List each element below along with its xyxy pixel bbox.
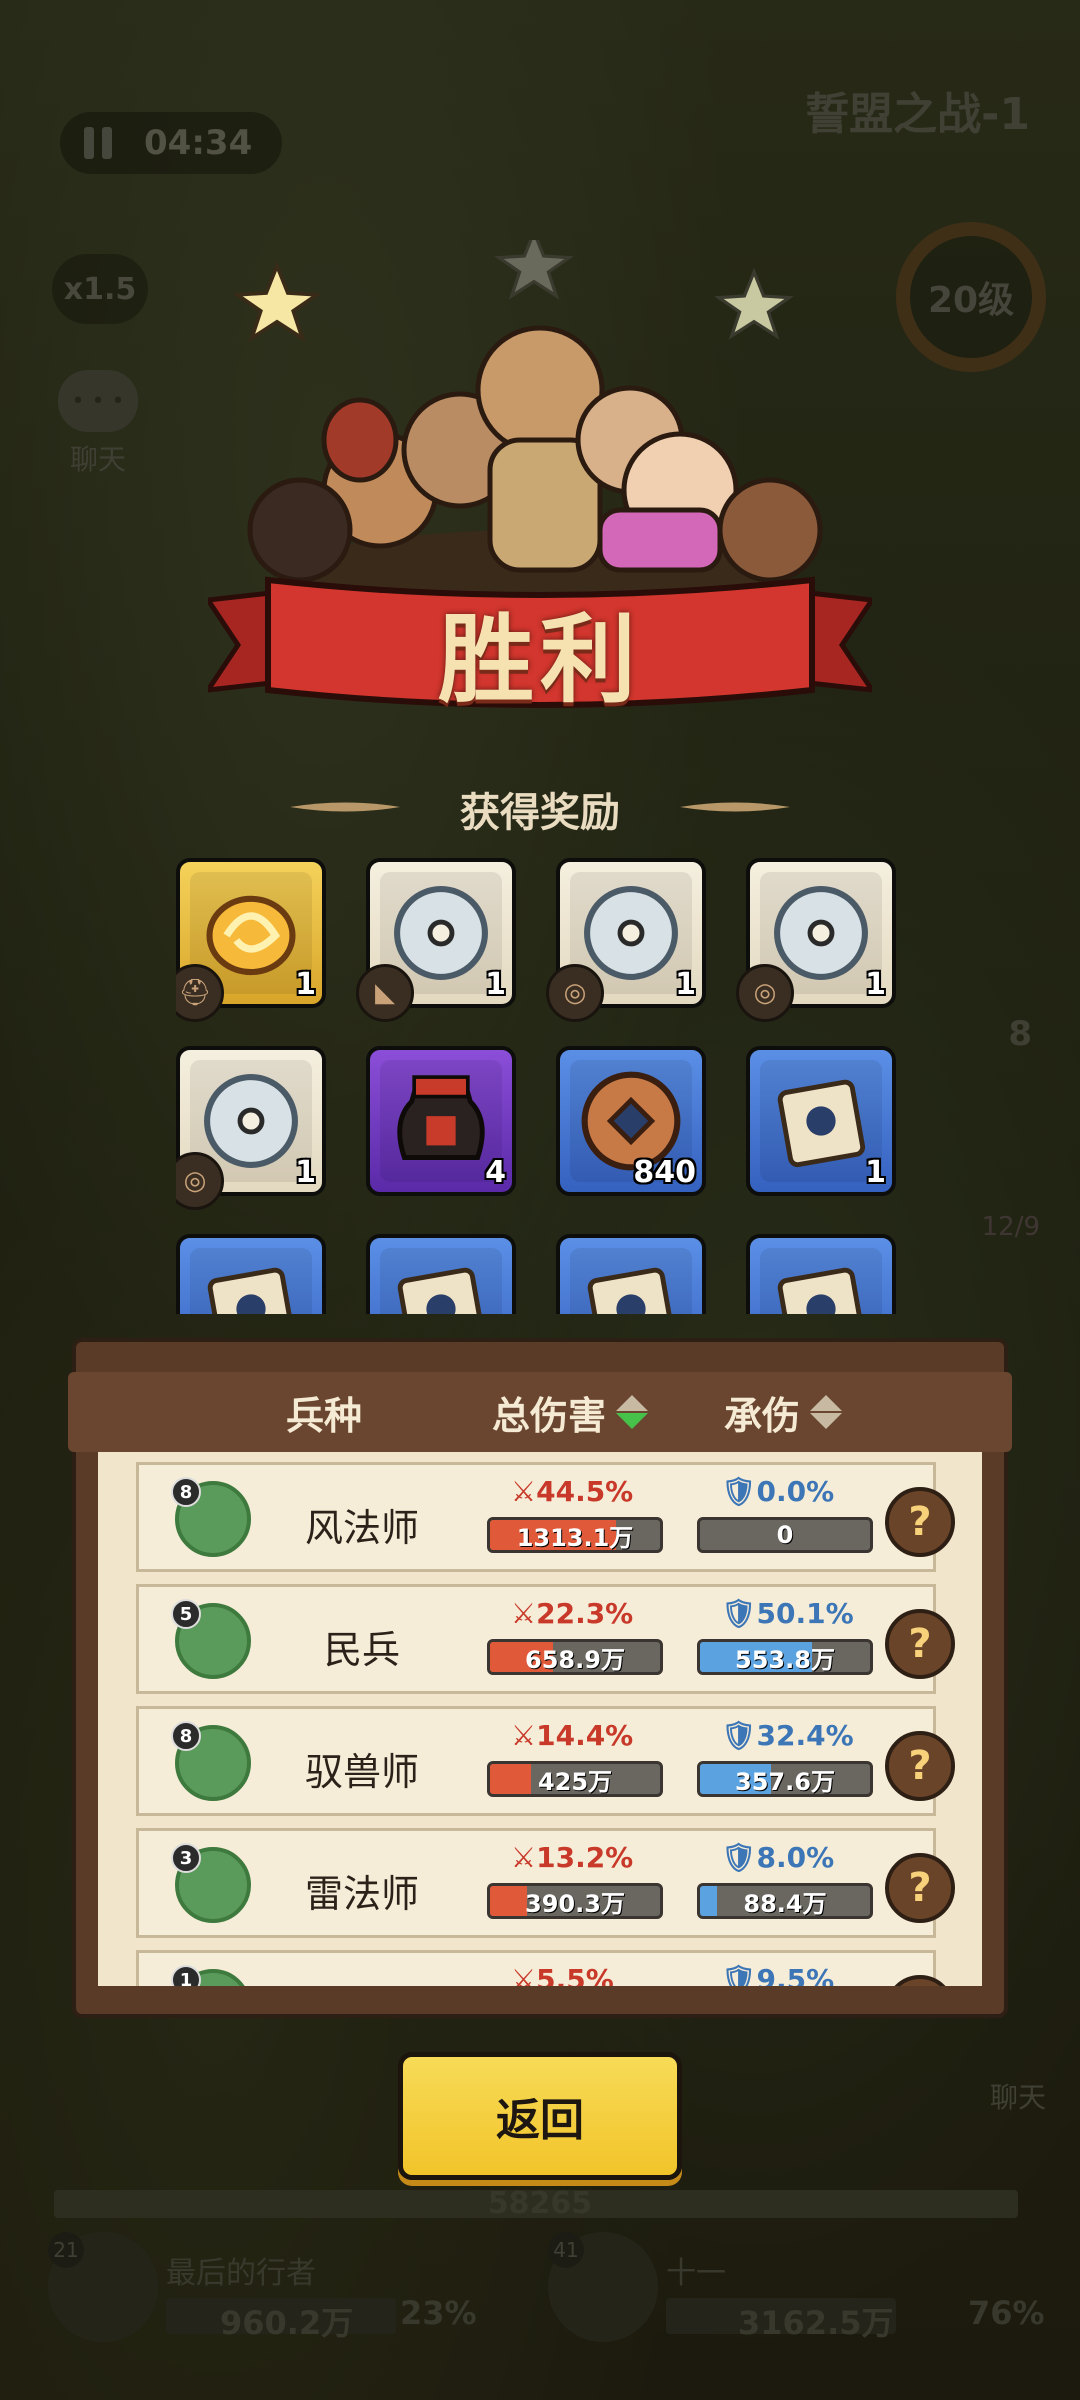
ring-tag-icon: ◎ [546,964,604,1022]
avatar: 1 [171,1965,251,1986]
column-unit: 兵种 [286,1393,363,1438]
scroll-icon [380,1248,502,1314]
reward-item[interactable]: 1 ⛑ [176,858,326,1022]
taken-pct: 🛡8.0% [721,1841,835,1874]
taken-bar: 553.8万 [697,1639,873,1675]
return-button[interactable]: 返回 [398,2052,682,2180]
unit-name: 驭兽师 [304,1750,419,1794]
reward-grid: 1 ⛑ 1 ◣ 1 ◎ 1 ◎ 1 ◎ 4 840 1 [176,858,906,1314]
scroll-icon [190,1248,312,1314]
damage-bar: 658.9万 [487,1639,663,1675]
unit-level: 5 [171,1599,201,1629]
table-row: 3 雷法师 ⚔13.2% 390.3万 🛡8.0% 88.4万 ? [136,1828,955,1938]
unit-name: 风法师 [304,1506,419,1550]
ring-tag-icon: ◎ [736,964,794,1022]
damage-pct: ⚔14.4% [511,1719,634,1752]
reward-item[interactable] [556,1234,706,1314]
unit-info-button[interactable]: ? [885,1853,955,1923]
taken-value: 0 [776,1521,794,1549]
damage-pct: ⚔13.2% [511,1841,634,1874]
unit-level: 3 [171,1843,201,1873]
scroll-icon [760,1248,882,1314]
damage-pct: ⚔22.3% [511,1597,634,1630]
unit-info-button[interactable]: ? [885,1731,955,1801]
damage-value: 658.9万 [525,1645,625,1674]
avatar: 8 [171,1477,251,1557]
reward-item[interactable] [176,1234,326,1314]
unit-name: 雷法师 [304,1872,419,1916]
reward-item[interactable]: 4 [366,1046,516,1196]
avatar: 8 [171,1721,251,1801]
taken-value: 357.6万 [735,1767,835,1796]
reward-item[interactable] [746,1234,896,1314]
reward-count: 840 [633,1155,696,1190]
reward-item[interactable]: 1 ◎ [736,858,896,1022]
unit-level: 8 [171,1721,201,1751]
reward-item[interactable] [366,1234,516,1314]
table-row: 8 驭兽师 ⚔14.4% 425万 🛡32.4% 357.6万 ? [136,1706,955,1816]
victory-heroes-illustration [232,240,823,610]
taken-value: 553.8万 [735,1645,835,1674]
unit-level: 8 [171,1477,201,1507]
table-row: 5 民兵 ⚔22.3% 658.9万 🛡50.1% 553.8万 ? [136,1584,955,1694]
victory-title: 胜利 [438,604,642,716]
damage-stats-list[interactable]: 8 风法师 ⚔44.5% 1313.1万 🛡0.0% 0 ? 5 民兵 ⚔22.… [98,1452,982,1986]
taken-bar: 88.4万 [697,1883,873,1919]
unit-info-button[interactable]: ? [885,1487,955,1557]
reward-item[interactable]: 840 [556,1046,706,1196]
boot-tag-icon: ◣ [356,964,414,1022]
damage-value: 425万 [537,1767,613,1796]
unit-level: 1 [171,1965,201,1986]
reward-count: 1 [865,967,886,1002]
column-damage: 总伤害 [492,1393,607,1438]
damage-bar: 390.3万 [487,1883,663,1919]
damage-stats-header: 兵种 总伤害 承伤 [68,1372,1012,1452]
reward-title: 获得奖励 [460,790,620,836]
damage-value: 390.3万 [525,1889,625,1918]
column-taken: 承伤 [724,1393,801,1438]
reward-count: 1 [295,967,316,1002]
reward-count: 1 [675,967,696,1002]
sort-icon [616,1395,649,1429]
damage-pct: ⚔5.5% [511,1963,614,1986]
damage-bar: 1313.1万 [487,1517,663,1553]
reward-count: 4 [485,1155,506,1190]
sort-icon [810,1395,843,1429]
wine-jar-icon [380,1060,502,1182]
unit-info-button[interactable]: ? [885,1975,955,1986]
scroll-icon [760,1060,882,1182]
taken-pct: 🛡0.0% [721,1475,835,1508]
taken-value: 88.4万 [743,1889,827,1918]
taken-bar: 0 [697,1517,873,1553]
damage-value: 1313.1万 [516,1523,634,1552]
damage-bar: 425万 [487,1761,663,1797]
sort-damage-button[interactable]: 总伤害 [492,1385,649,1440]
table-row: 8 风法师 ⚔44.5% 1313.1万 🛡0.0% 0 ? [136,1462,955,1572]
avatar: 5 [171,1599,251,1679]
divider-ornament-icon [680,802,790,812]
damage-pct: ⚔44.5% [511,1475,634,1508]
scroll-icon [570,1248,692,1314]
table-row: 1 ⚔5.5% 🛡9.5% ? [136,1950,955,1986]
taken-pct: 🛡50.1% [721,1597,854,1630]
sort-taken-button[interactable]: 承伤 [724,1385,843,1440]
reward-count: 1 [485,967,506,1002]
reward-item[interactable]: 1 ◣ [356,858,516,1022]
unit-name: 民兵 [323,1628,400,1672]
taken-pct: 🛡32.4% [721,1719,854,1752]
taken-bar: 357.6万 [697,1761,873,1797]
reward-item[interactable]: 1 ◎ [546,858,706,1022]
unit-info-button[interactable]: ? [885,1609,955,1679]
avatar: 3 [171,1843,251,1923]
reward-item[interactable]: 1 ◎ [176,1046,326,1210]
reward-item[interactable]: 1 [746,1046,896,1196]
reward-count: 1 [295,1155,316,1190]
reward-count: 1 [865,1155,886,1190]
taken-pct: 🛡9.5% [721,1963,835,1986]
